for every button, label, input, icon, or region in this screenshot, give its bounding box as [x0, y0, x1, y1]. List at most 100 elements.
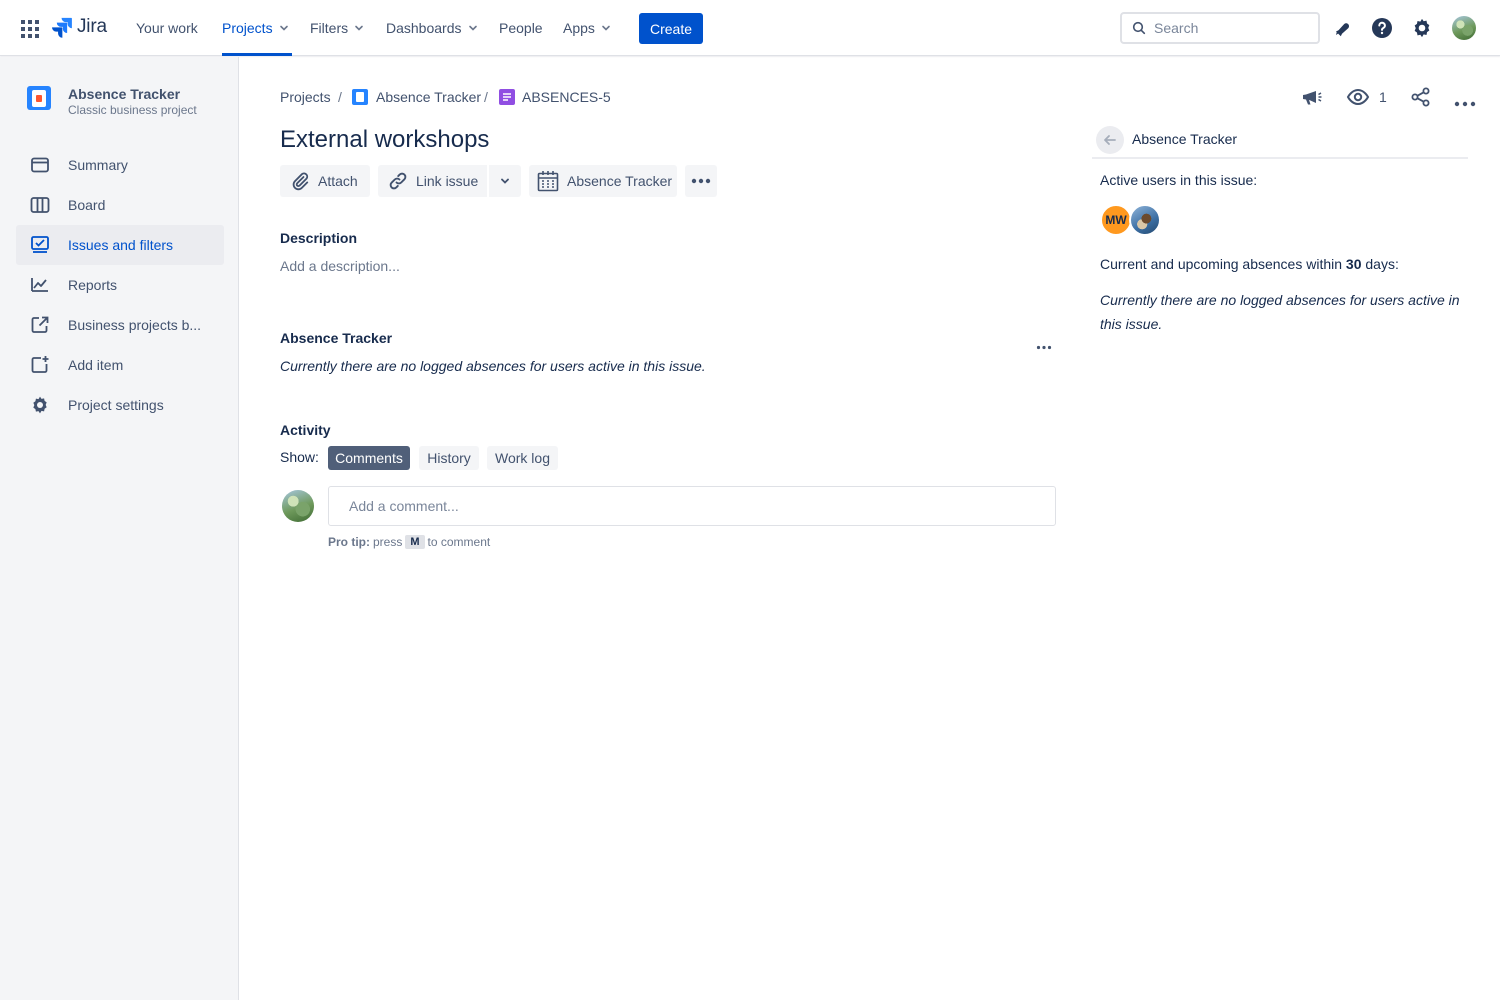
breadcrumb-separator: / [338, 89, 342, 105]
nav-your-work-label: Your work [136, 20, 198, 36]
nav-filters[interactable]: Filters [310, 0, 365, 56]
nav-apps[interactable]: Apps [563, 0, 612, 56]
more-icon [691, 178, 711, 184]
sidebar-item-business-projects[interactable]: Business projects b... [16, 305, 224, 345]
user-avatar-mw[interactable]: MW [1100, 204, 1132, 236]
reports-icon [31, 278, 48, 292]
eye-icon [1346, 88, 1370, 106]
nav-dashboards[interactable]: Dashboards [386, 0, 479, 56]
comment-field[interactable] [328, 486, 1056, 526]
watchers-count: 1 [1379, 89, 1387, 105]
attach-label: Attach [318, 173, 358, 189]
create-button[interactable]: Create [639, 13, 703, 44]
jira-logo-icon [52, 17, 72, 38]
nav-your-work[interactable]: Your work [136, 0, 198, 56]
calendar-icon [537, 171, 559, 192]
project-avatar-icon [27, 86, 51, 110]
description-placeholder[interactable]: Add a description... [280, 258, 400, 274]
gear-icon [33, 396, 47, 414]
description-heading: Description [280, 230, 358, 246]
activity-heading: Activity [280, 422, 331, 438]
chevron-down-icon [468, 25, 477, 31]
issue-title[interactable]: External workshops [280, 126, 489, 154]
absence-tracker-heading: Absence Tracker [280, 330, 393, 346]
more-actions-icon[interactable] [1454, 94, 1476, 107]
attach-button[interactable]: Attach [280, 165, 370, 197]
chevron-down-icon [279, 25, 288, 31]
right-panel-title: Absence Tracker [1132, 131, 1238, 147]
settings-icon[interactable] [1410, 16, 1434, 40]
nav-people[interactable]: People [499, 0, 543, 56]
sidebar-item-issues-and-filters[interactable]: Issues and filters [16, 225, 224, 265]
nav-people-label: People [499, 20, 543, 36]
upcoming-days: 30 [1345, 256, 1362, 272]
profile-avatar[interactable] [1452, 16, 1476, 40]
board-icon [30, 197, 50, 213]
jira-logo-text: Jira [77, 16, 107, 37]
search-field[interactable] [1120, 12, 1320, 44]
user-avatar-photo[interactable] [1129, 204, 1161, 236]
sidebar-item-board[interactable]: Board [16, 185, 224, 225]
summary-icon [31, 157, 49, 173]
current-user-avatar [282, 490, 314, 522]
back-button[interactable] [1096, 126, 1124, 154]
breadcrumb-projects[interactable]: Projects [280, 89, 331, 105]
right-panel-empty-line-1: Currently there are no logged absences f… [1100, 292, 1460, 308]
sidebar-item-label: Project settings [68, 397, 164, 413]
right-panel-divider [1092, 157, 1468, 159]
link-icon [389, 172, 407, 190]
sidebar-item-project-settings[interactable]: Project settings [16, 385, 224, 425]
share-icon[interactable] [1410, 86, 1432, 108]
notifications-icon[interactable] [1330, 16, 1354, 40]
project-name[interactable]: Absence Tracker [68, 86, 180, 102]
pro-tip-key: M [405, 535, 425, 549]
comment-input[interactable] [349, 498, 1029, 514]
upcoming-prefix: Current and upcoming absences within [1100, 256, 1343, 272]
watch-button[interactable]: 1 [1346, 86, 1387, 108]
jira-logo[interactable]: Jira [51, 16, 107, 38]
add-item-icon [31, 356, 49, 373]
link-issue-button[interactable]: Link issue [378, 165, 487, 197]
link-issue-dropdown[interactable] [489, 165, 521, 197]
arrow-left-icon [1104, 135, 1116, 145]
project-type: Classic business project [68, 103, 197, 117]
sidebar-item-summary[interactable]: Summary [16, 145, 224, 185]
paperclip-icon [292, 172, 309, 191]
app-switcher-icon[interactable] [21, 20, 39, 38]
breadcrumb-project[interactable]: Absence Tracker [352, 89, 481, 105]
top-navigation: Jira Your work Projects Filters Dashboar… [0, 0, 1500, 56]
pro-tip: Pro tip: press M to comment [328, 535, 490, 549]
nav-apps-label: Apps [563, 20, 595, 36]
project-mini-icon [352, 89, 368, 105]
upcoming-suffix: days: [1365, 256, 1399, 272]
more-toolbar-button[interactable] [685, 165, 717, 197]
activity-filter-work-log[interactable]: Work log [487, 446, 558, 470]
search-input[interactable] [1154, 20, 1304, 36]
chevron-down-icon [602, 25, 610, 31]
absence-section-more-icon[interactable] [1036, 337, 1052, 353]
nav-projects[interactable]: Projects [222, 0, 292, 56]
help-icon[interactable] [1370, 16, 1394, 40]
search-icon [1132, 21, 1146, 35]
activity-show-label: Show: [280, 449, 319, 465]
nav-filters-label: Filters [310, 20, 349, 36]
active-users-label: Active users in this issue: [1100, 172, 1258, 188]
sidebar-item-add-item[interactable]: Add item [16, 345, 224, 385]
chevron-down-icon [501, 178, 509, 184]
chevron-down-icon [355, 25, 363, 31]
issues-icon [31, 236, 49, 253]
upcoming-absences-label: Current and upcoming absences within 30 … [1100, 256, 1399, 272]
feedback-megaphone-icon[interactable] [1300, 85, 1324, 109]
sidebar-item-label: Issues and filters [68, 237, 174, 253]
breadcrumb-separator: / [484, 89, 488, 105]
absence-tracker-button[interactable]: Absence Tracker [529, 165, 677, 197]
sidebar-item-label: Business projects b... [68, 317, 202, 333]
breadcrumb-project-label: Absence Tracker [376, 89, 482, 105]
activity-filter-history[interactable]: History [419, 446, 479, 470]
sidebar-item-label: Summary [68, 157, 128, 173]
sidebar-item-label: Add item [68, 357, 124, 373]
activity-filter-comments[interactable]: Comments [328, 446, 410, 470]
breadcrumb-issue-key[interactable]: ABSENCES-5 [499, 89, 611, 105]
absence-empty-message: Currently there are no logged absences f… [280, 358, 706, 374]
sidebar-item-reports[interactable]: Reports [16, 265, 224, 305]
